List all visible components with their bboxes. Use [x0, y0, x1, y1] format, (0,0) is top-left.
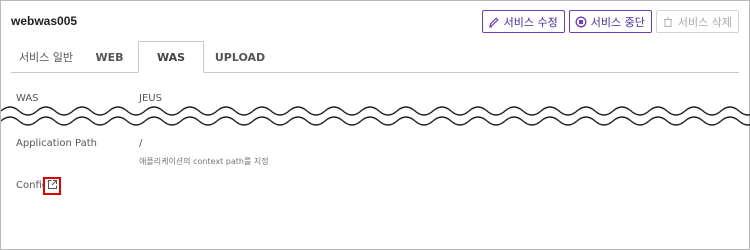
service-title: webwas005 — [11, 14, 78, 28]
pencil-icon — [488, 16, 500, 28]
config-link-button[interactable] — [43, 177, 61, 195]
edit-service-button[interactable]: 서비스 수정 — [481, 10, 565, 33]
tab-bar: 서비스 일반 WEB WAS UPLOAD — [11, 41, 739, 73]
stop-service-label: 서비스 중단 — [590, 15, 645, 29]
service-detail-panel: webwas005 서비스 수정 서비스 중단 서비스 삭제 서비스 일반 WE… — [0, 0, 750, 250]
application-path-value: / — [139, 138, 143, 149]
external-link-icon — [47, 177, 58, 195]
delete-service-label: 서비스 삭제 — [677, 15, 732, 29]
stop-service-button[interactable]: 서비스 중단 — [568, 10, 652, 33]
action-toolbar: 서비스 수정 서비스 중단 서비스 삭제 — [481, 10, 739, 33]
delete-service-button[interactable]: 서비스 삭제 — [655, 10, 739, 33]
tab-was[interactable]: WAS — [138, 41, 204, 73]
application-path-label: Application Path — [16, 138, 98, 149]
tab-web[interactable]: WEB — [81, 41, 138, 73]
tab-upload[interactable]: UPLOAD — [204, 41, 276, 73]
tab-service-general[interactable]: 서비스 일반 — [11, 41, 81, 73]
trash-icon — [662, 16, 674, 28]
stop-circle-icon — [575, 16, 587, 28]
edit-service-label: 서비스 수정 — [503, 15, 558, 29]
section-break — [1, 106, 750, 126]
application-path-hint: 애플리케이션의 context path를 지정 — [139, 157, 269, 166]
